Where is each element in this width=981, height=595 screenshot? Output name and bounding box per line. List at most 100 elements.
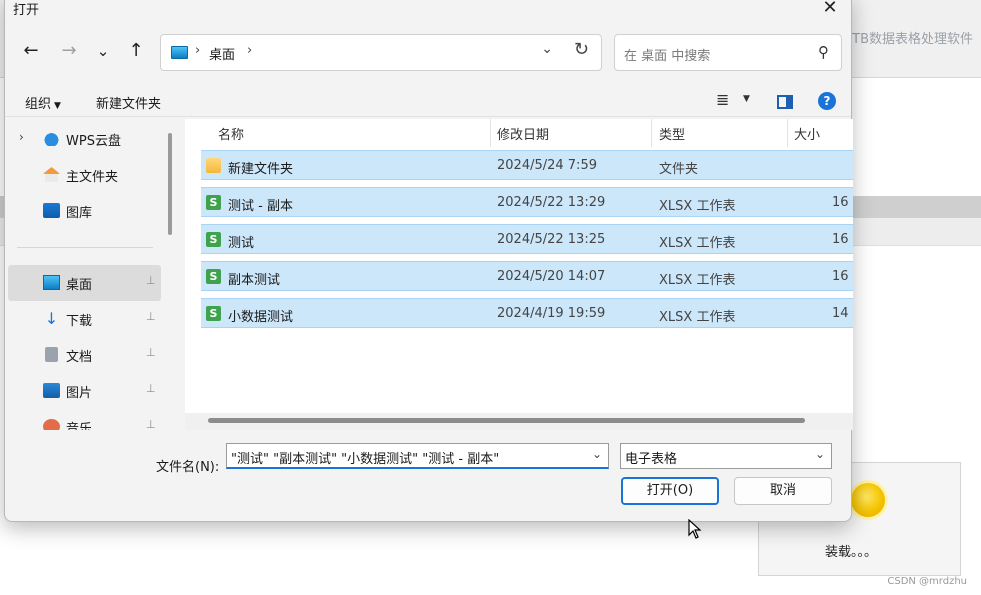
view-options-icon[interactable]: ≣ — [716, 90, 729, 109]
file-row[interactable]: S 副本测试 2024/5/20 14:07 XLSX 工作表 16 — [201, 261, 853, 291]
file-type: XLSX 工作表 — [659, 199, 736, 214]
filename-input[interactable]: "测试" "副本测试" "小数据测试" "测试 - 副本" — [231, 448, 499, 467]
spreadsheet-icon: S — [206, 232, 221, 247]
forward-button[interactable]: → — [57, 39, 81, 63]
help-icon[interactable]: ? — [818, 92, 836, 110]
app-title: TB数据表格处理软件 — [852, 32, 973, 47]
column-divider[interactable] — [787, 119, 788, 147]
view-caret-icon[interactable]: ▼ — [743, 94, 750, 104]
close-button[interactable]: ✕ — [817, 0, 843, 19]
chevron-down-icon[interactable]: ⌄ — [592, 447, 602, 461]
organize-label: 组织 — [25, 97, 52, 112]
mouse-pointer-icon — [688, 519, 702, 539]
horizontal-scrollbar[interactable] — [208, 418, 805, 423]
sidebar-item-desktop[interactable]: 桌面 ⊥ — [8, 265, 161, 301]
dialog-titlebar[interactable]: 打开 ✕ — [5, 0, 851, 25]
chevron-down-icon[interactable]: ⌄ — [815, 447, 825, 461]
filetype-value: 电子表格 — [625, 452, 678, 467]
expand-chevron-icon[interactable]: › — [19, 130, 24, 144]
filename-combobox[interactable]: "测试" "副本测试" "小数据测试" "测试 - 副本" ⌄ — [226, 443, 609, 469]
breadcrumb-desktop[interactable]: 桌面 — [209, 44, 235, 63]
navigation-bar: ← → ⌄ ↑ › 桌面 › ⌄ ↻ 在 桌面 中搜索 ⚲ — [5, 31, 851, 73]
sidebar-scrollbar[interactable] — [168, 133, 172, 235]
file-list: ⌃ 名称 修改日期 类型 大小 新建文件夹 2024/5/24 7:59 文件夹… — [185, 119, 853, 430]
gallery-icon — [43, 203, 60, 218]
column-size[interactable]: 大小 — [794, 124, 820, 143]
address-history-icon[interactable]: ⌄ — [541, 41, 553, 57]
file-modified: 2024/5/20 14:07 — [497, 269, 606, 284]
navigation-pane: › WPS云盘 主文件夹 图库 桌面 ⊥ ↓ 下载 ⊥ 文档 ⊥ 图片 ⊥ 音乐… — [5, 119, 183, 430]
desktop-icon — [43, 275, 60, 290]
pin-icon: ⊥ — [146, 274, 156, 287]
open-file-dialog: 打开 ✕ ← → ⌄ ↑ › 桌面 › ⌄ ↻ 在 桌面 中搜索 ⚲ 组织 ▼ 新… — [4, 0, 853, 522]
file-size: 14 — [832, 306, 849, 321]
sidebar-item-music[interactable]: 音乐 ⊥ — [5, 409, 161, 430]
file-size: 16 — [832, 269, 849, 284]
sidebar-item-label: 图库 — [66, 206, 93, 221]
column-type[interactable]: 类型 — [659, 124, 685, 143]
sidebar-item-home[interactable]: 主文件夹 — [5, 157, 161, 193]
breadcrumb-separator[interactable]: › — [247, 43, 252, 58]
up-button[interactable]: ↑ — [124, 39, 148, 63]
pin-icon: ⊥ — [146, 310, 156, 323]
file-row[interactable]: S 测试 - 副本 2024/5/22 13:29 XLSX 工作表 16 — [201, 187, 853, 217]
loading-text: 装载。。。 — [825, 545, 878, 560]
home-icon — [43, 167, 60, 182]
column-divider[interactable] — [490, 119, 491, 147]
new-folder-button[interactable]: 新建文件夹 — [96, 93, 161, 112]
loading-coin-icon — [851, 483, 885, 517]
column-divider[interactable] — [651, 119, 652, 147]
open-button[interactable]: 打开(O) — [621, 477, 719, 505]
sidebar-item-pictures[interactable]: 图片 ⊥ — [5, 373, 161, 409]
sidebar-item-label: 主文件夹 — [66, 170, 119, 185]
refresh-icon[interactable]: ↻ — [574, 39, 589, 60]
preview-pane-icon[interactable] — [777, 95, 793, 109]
sidebar-item-gallery[interactable]: 图库 — [5, 193, 161, 229]
sidebar-item-documents[interactable]: 文档 ⊥ — [5, 337, 161, 373]
download-icon: ↓ — [44, 309, 59, 328]
folder-icon — [206, 158, 221, 173]
sidebar-item-label: 下载 — [66, 314, 93, 329]
file-modified: 2024/5/22 13:25 — [497, 232, 606, 247]
sidebar-item-downloads[interactable]: ↓ 下载 ⊥ — [5, 301, 161, 337]
column-name[interactable]: 名称 — [218, 124, 244, 143]
file-row[interactable]: S 测试 2024/5/22 13:25 XLSX 工作表 16 — [201, 224, 853, 254]
file-type: XLSX 工作表 — [659, 273, 736, 288]
column-modified[interactable]: 修改日期 — [497, 124, 549, 143]
file-modified: 2024/5/24 7:59 — [497, 158, 597, 173]
address-bar[interactable]: › 桌面 › ⌄ ↻ — [160, 34, 602, 71]
document-icon — [45, 347, 58, 362]
sidebar-item-label: 桌面 — [66, 278, 93, 293]
search-box[interactable]: 在 桌面 中搜索 ⚲ — [614, 34, 842, 71]
dialog-title: 打开 — [13, 3, 40, 18]
search-input[interactable]: 在 桌面 中搜索 — [624, 45, 710, 64]
file-name: 小数据测试 — [228, 310, 294, 325]
file-type: 文件夹 — [659, 162, 699, 177]
sort-ascending-icon: ⌃ — [348, 119, 357, 126]
music-icon — [43, 419, 60, 430]
filename-label: 文件名(N): — [156, 460, 220, 475]
file-row[interactable]: 新建文件夹 2024/5/24 7:59 文件夹 — [201, 150, 853, 180]
back-button[interactable]: ← — [19, 39, 43, 63]
sidebar-item-label: 音乐 — [66, 422, 93, 430]
file-name: 新建文件夹 — [228, 162, 294, 177]
pin-icon: ⊥ — [146, 382, 156, 395]
pictures-icon — [43, 383, 60, 398]
recent-locations-button[interactable]: ⌄ — [91, 39, 115, 63]
filetype-select[interactable]: 电子表格 ⌄ — [620, 443, 832, 469]
file-row[interactable]: S 小数据测试 2024/4/19 19:59 XLSX 工作表 14 — [201, 298, 853, 328]
command-bar: 组织 ▼ 新建文件夹 ≣ ▼ ? — [5, 87, 851, 117]
breadcrumb-separator[interactable]: › — [195, 43, 200, 58]
spreadsheet-icon: S — [206, 306, 221, 321]
cancel-button[interactable]: 取消 — [734, 477, 832, 505]
sidebar-item-wps-cloud[interactable]: › WPS云盘 — [5, 121, 161, 157]
file-name: 测试 - 副本 — [228, 199, 293, 214]
column-header: ⌃ 名称 修改日期 类型 大小 — [185, 119, 853, 147]
organize-button[interactable]: 组织 ▼ — [25, 93, 61, 112]
sidebar-divider — [17, 247, 153, 248]
search-icon[interactable]: ⚲ — [818, 43, 829, 61]
caret-down-icon: ▼ — [54, 101, 61, 111]
sidebar-item-label: 文档 — [66, 350, 93, 365]
file-modified: 2024/5/22 13:29 — [497, 195, 606, 210]
file-type: XLSX 工作表 — [659, 310, 736, 325]
